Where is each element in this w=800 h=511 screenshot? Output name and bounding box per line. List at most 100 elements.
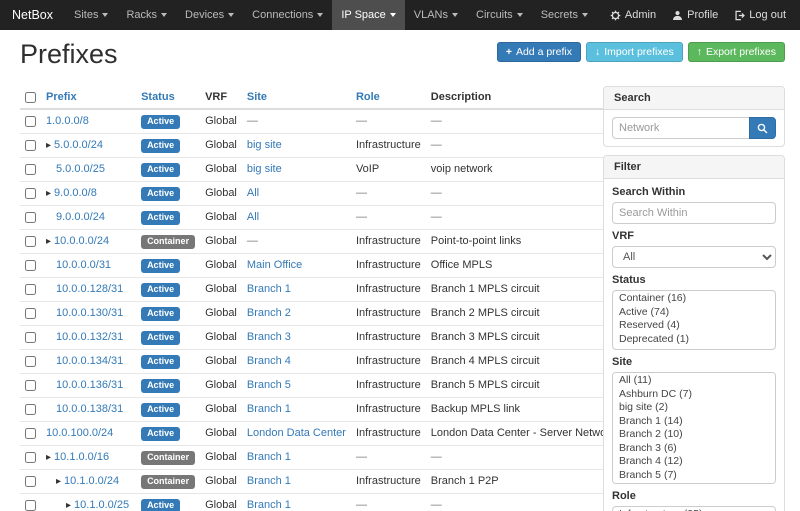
listbox-option[interactable]: Branch 5 (7)	[613, 469, 775, 483]
status-listbox[interactable]: Container (16)Active (74)Reserved (4)Dep…	[612, 290, 776, 350]
prefix-link[interactable]: 5.0.0.0/25	[56, 163, 105, 175]
prefix-link[interactable]: 10.1.0.0/24	[64, 475, 119, 487]
row-checkbox[interactable]	[25, 476, 36, 487]
sort-status-header[interactable]: Status	[141, 91, 175, 103]
row-checkbox[interactable]	[25, 140, 36, 151]
site-link[interactable]: London Data Center	[247, 427, 346, 439]
prefix-link[interactable]: 10.0.0.134/31	[56, 355, 123, 367]
vrf-select[interactable]: All	[612, 246, 776, 268]
listbox-option[interactable]: All (11)	[613, 374, 775, 388]
nav-item-profile[interactable]: Profile	[664, 0, 726, 30]
listbox-option[interactable]: Ashburn DC (7)	[613, 388, 775, 402]
export-prefixes-button[interactable]: Export prefixes	[688, 42, 785, 62]
prefix-link[interactable]: 10.1.0.0/16	[54, 451, 109, 463]
listbox-option[interactable]: Branch 4 (12)	[613, 455, 775, 469]
sidebar: Search Filter Search Within VRF	[603, 86, 785, 511]
row-checkbox[interactable]	[25, 356, 36, 367]
nav-item-admin[interactable]: Admin	[602, 0, 664, 30]
row-checkbox[interactable]	[25, 188, 36, 199]
nav-item-connections[interactable]: Connections	[243, 0, 332, 30]
app-logo[interactable]: NetBox	[0, 0, 65, 30]
site-link[interactable]: Branch 2	[247, 307, 291, 319]
prefix-link[interactable]: 10.0.0.0/31	[56, 259, 111, 271]
listbox-option[interactable]: Branch 2 (10)	[613, 428, 775, 442]
prefix-link[interactable]: 5.0.0.0/24	[54, 139, 103, 151]
site-link[interactable]: Branch 1	[247, 499, 291, 511]
site-link[interactable]: Main Office	[247, 259, 302, 271]
sort-role-header[interactable]: Role	[356, 91, 380, 103]
site-link[interactable]: Branch 3	[247, 331, 291, 343]
row-checkbox[interactable]	[25, 164, 36, 175]
add-prefix-button[interactable]: Add a prefix	[497, 42, 581, 62]
listbox-option[interactable]: Reserved (4)	[613, 319, 775, 333]
site-link[interactable]: Branch 5	[247, 379, 291, 391]
prefix-link[interactable]: 10.0.0.138/31	[56, 403, 123, 415]
listbox-option[interactable]: COLO 1 (2)	[613, 482, 775, 484]
vrf-header: VRF	[200, 86, 242, 109]
search-within-input[interactable]	[612, 202, 776, 224]
prefix-link[interactable]: 10.0.0.136/31	[56, 379, 123, 391]
row-checkbox[interactable]	[25, 260, 36, 271]
row-checkbox[interactable]	[25, 284, 36, 295]
role-listbox[interactable]: Infrastructure (25)Management (8)Private…	[612, 506, 776, 511]
site-link[interactable]: Branch 1	[247, 451, 291, 463]
row-checkbox[interactable]	[25, 212, 36, 223]
table-header-row: Prefix Status VRF Site Role Description	[20, 86, 620, 109]
site-link[interactable]: big site	[247, 163, 282, 175]
prefix-link[interactable]: 10.0.0.0/24	[54, 235, 109, 247]
prefix-link[interactable]: 10.0.0.130/31	[56, 307, 123, 319]
site-cell: Branch 1	[242, 398, 351, 422]
sort-site-header[interactable]: Site	[247, 91, 267, 103]
row-checkbox[interactable]	[25, 404, 36, 415]
search-input[interactable]	[612, 117, 749, 139]
search-button[interactable]	[749, 117, 776, 139]
sort-prefix-header[interactable]: Prefix	[46, 91, 77, 103]
row-checkbox[interactable]	[25, 500, 36, 511]
site-link[interactable]: Branch 1	[247, 403, 291, 415]
row-checkbox[interactable]	[25, 116, 36, 127]
nav-item-sites[interactable]: Sites	[65, 0, 117, 30]
caret-down-icon	[161, 13, 167, 17]
row-checkbox[interactable]	[25, 236, 36, 247]
listbox-option[interactable]: Branch 1 (14)	[613, 415, 775, 429]
site-listbox[interactable]: All (11)Ashburn DC (7)big site (2)Branch…	[612, 372, 776, 484]
prefix-link[interactable]: 10.0.100.0/24	[46, 427, 113, 439]
site-link[interactable]: Branch 1	[247, 475, 291, 487]
nav-item-racks[interactable]: Racks	[117, 0, 176, 30]
listbox-option[interactable]: big site (2)	[613, 401, 775, 415]
site-link[interactable]: big site	[247, 139, 282, 151]
nav-item-label: Racks	[126, 9, 157, 21]
row-checkbox[interactable]	[25, 452, 36, 463]
vrf-cell: Global	[200, 158, 242, 182]
listbox-option[interactable]: Active (74)	[613, 306, 775, 320]
prefix-row: 9.0.0.0/24ActiveGlobalAll——	[20, 206, 620, 230]
nav-item-label: Admin	[625, 9, 656, 21]
nav-item-circuits[interactable]: Circuits	[467, 0, 532, 30]
listbox-option[interactable]: Branch 3 (6)	[613, 442, 775, 456]
site-link[interactable]: Branch 4	[247, 355, 291, 367]
listbox-option[interactable]: Container (16)	[613, 292, 775, 306]
nav-item-vlans[interactable]: VLANs	[405, 0, 467, 30]
prefix-link[interactable]: 9.0.0.0/24	[56, 211, 105, 223]
nav-item-ip-space[interactable]: IP Space	[332, 0, 404, 30]
listbox-option[interactable]: Deprecated (1)	[613, 333, 775, 347]
row-checkbox[interactable]	[25, 308, 36, 319]
prefix-link[interactable]: 1.0.0.0/8	[46, 115, 89, 127]
description-cell: —	[426, 446, 621, 470]
prefix-link[interactable]: 10.1.0.0/25	[74, 499, 129, 511]
prefix-link[interactable]: 10.0.0.128/31	[56, 283, 123, 295]
site-link[interactable]: Branch 1	[247, 283, 291, 295]
import-prefixes-button[interactable]: Import prefixes	[586, 42, 683, 62]
site-link[interactable]: All	[247, 211, 259, 223]
row-checkbox[interactable]	[25, 380, 36, 391]
site-link[interactable]: All	[247, 187, 259, 199]
select-all-checkbox[interactable]	[25, 92, 36, 103]
row-checkbox[interactable]	[25, 332, 36, 343]
prefix-link[interactable]: 10.0.0.132/31	[56, 331, 123, 343]
nav-item-logout[interactable]: Log out	[726, 0, 794, 30]
prefix-link[interactable]: 9.0.0.0/8	[54, 187, 97, 199]
search-within-label: Search Within	[612, 186, 776, 199]
row-checkbox[interactable]	[25, 428, 36, 439]
nav-item-secrets[interactable]: Secrets	[532, 0, 597, 30]
nav-item-devices[interactable]: Devices	[176, 0, 243, 30]
